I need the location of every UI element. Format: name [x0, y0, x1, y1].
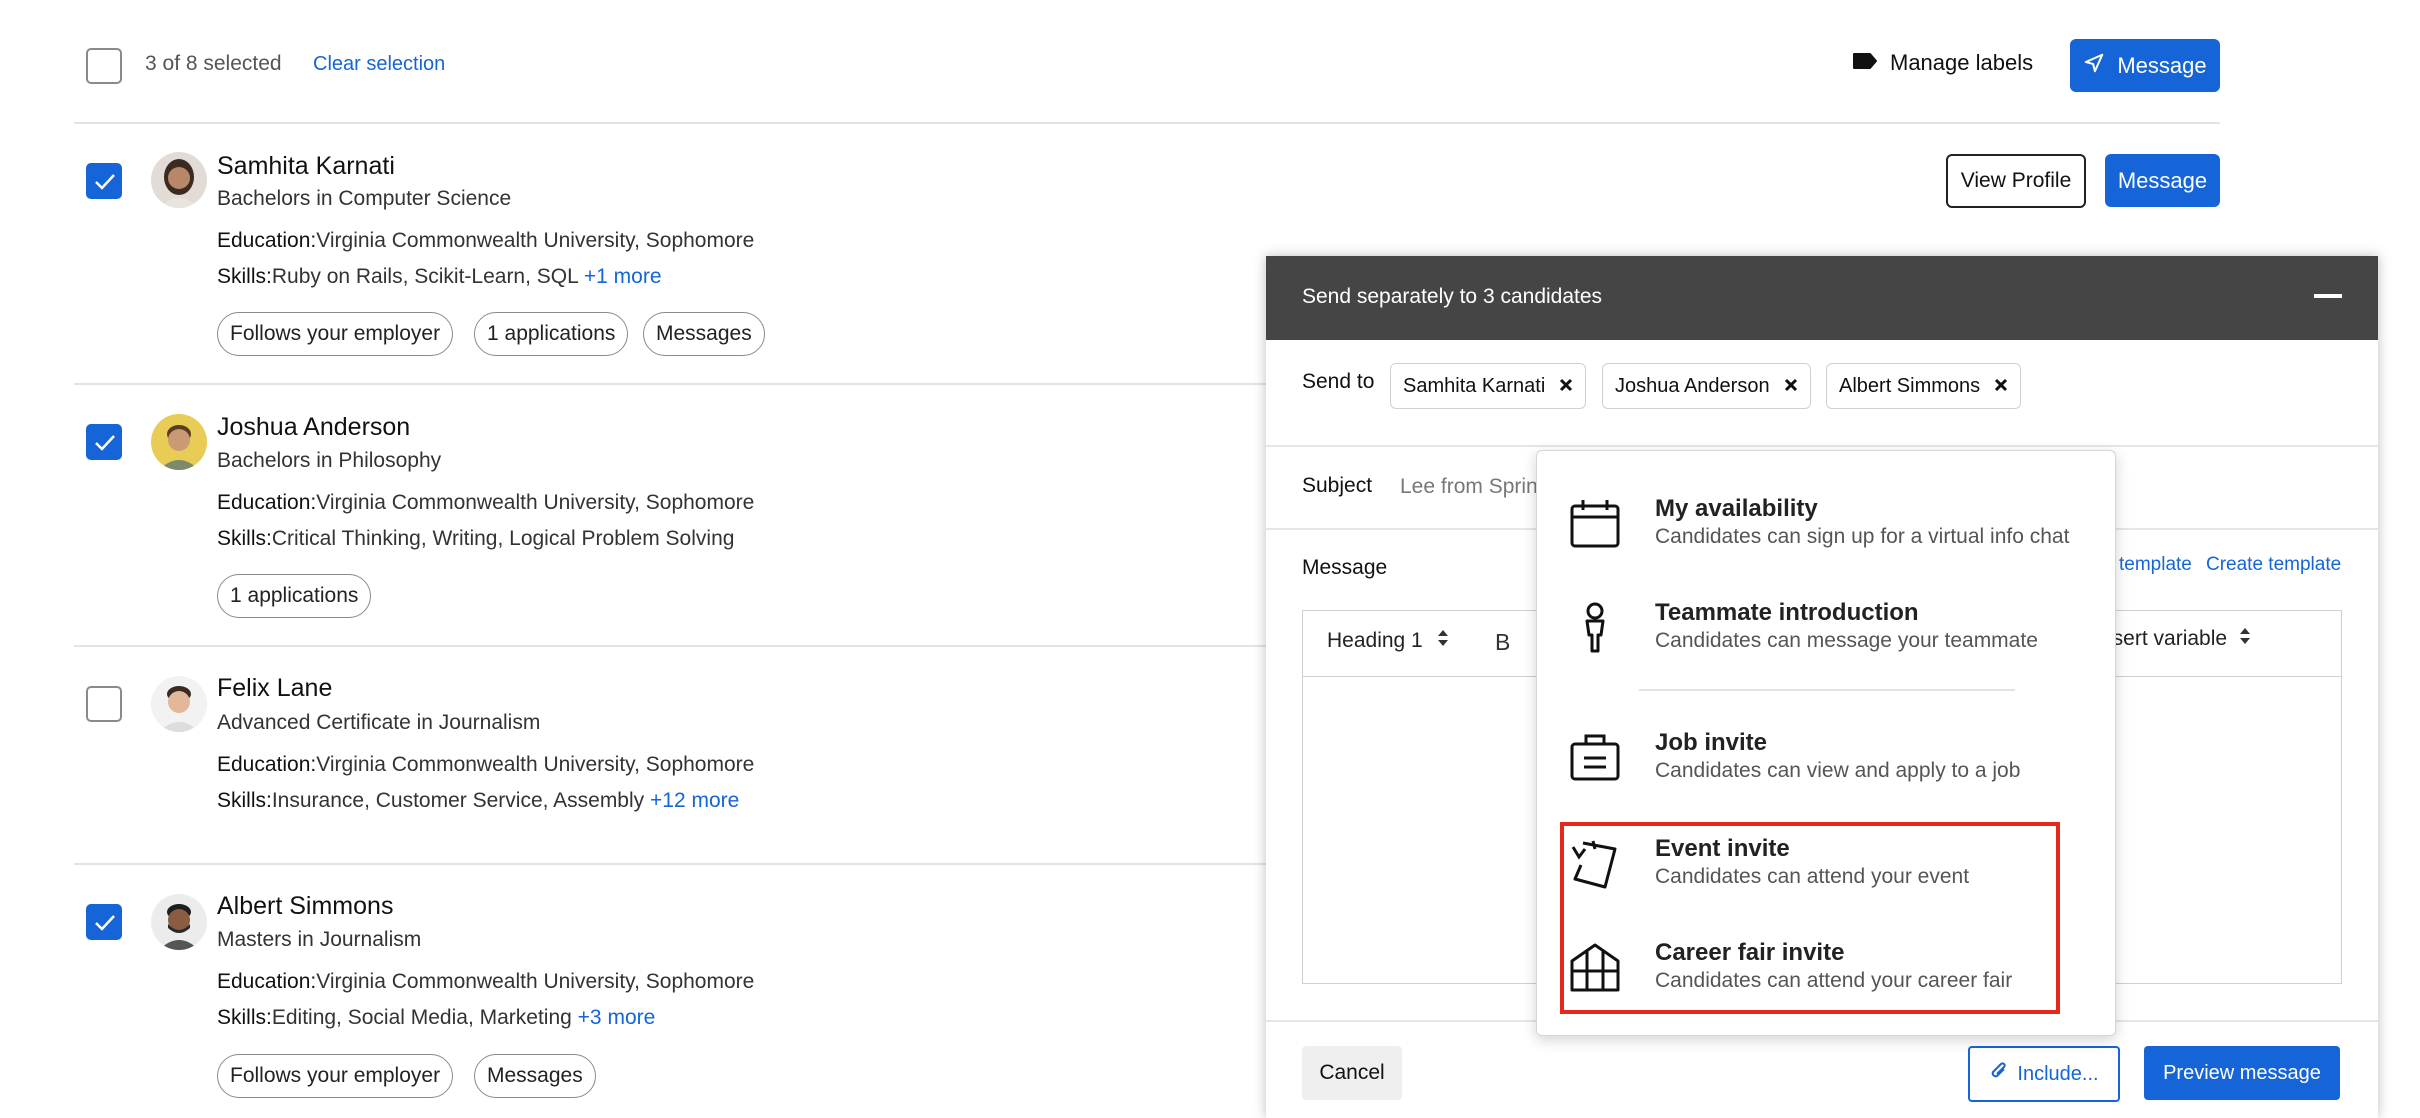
- manage-labels-label: Manage labels: [1890, 50, 2034, 75]
- person-icon: [1569, 601, 1621, 653]
- menu-item-title: Teammate introduction: [1655, 599, 1919, 626]
- recipient-chip: Joshua Anderson: [1602, 363, 1811, 409]
- chip-follows-employer: Follows your employer: [217, 312, 454, 356]
- highlight-box: [1560, 822, 2060, 1014]
- recipient-name: Samhita Karnati: [1403, 374, 1546, 397]
- select-all-checkbox[interactable]: [86, 48, 122, 84]
- calendar-icon: [1569, 497, 1621, 549]
- chip-follows-employer: Follows your employer: [217, 1054, 454, 1098]
- remove-recipient-icon[interactable]: [1559, 375, 1573, 398]
- skills-more-link[interactable]: +3 more: [578, 1006, 656, 1029]
- menu-item-title: My availability: [1655, 495, 1818, 522]
- sort-arrows-icon: [1437, 629, 1449, 653]
- create-template-link[interactable]: Create template: [2206, 554, 2341, 576]
- avatar: [151, 894, 207, 950]
- avatar: [151, 152, 207, 208]
- candidate-education: Education:Virginia Commonwealth Universi…: [217, 229, 755, 252]
- send-icon: [2083, 52, 2105, 80]
- recipient-name: Joshua Anderson: [1615, 374, 1770, 397]
- include-button[interactable]: Include...: [1968, 1046, 2120, 1102]
- candidate-skills: Skills:Editing, Social Media, Marketing …: [217, 1006, 656, 1029]
- candidate-skills: Skills:Critical Thinking, Writing, Logic…: [217, 527, 735, 550]
- briefcase-icon: [1569, 731, 1621, 783]
- candidate-checkbox[interactable]: [86, 904, 122, 940]
- candidate-message-button[interactable]: Message: [2105, 154, 2220, 207]
- label-tag-icon: [1852, 50, 1878, 76]
- candidate-name[interactable]: Samhita Karnati: [217, 152, 395, 181]
- menu-item-title: Job invite: [1655, 729, 1768, 756]
- view-profile-button[interactable]: View Profile: [1946, 154, 2086, 208]
- cancel-button[interactable]: Cancel: [1302, 1046, 1402, 1100]
- skills-more-link[interactable]: +1 more: [584, 265, 662, 288]
- candidate-name[interactable]: Albert Simmons: [217, 892, 393, 921]
- menu-item-job-invite[interactable]: Job invite Candidates can view and apply…: [1537, 711, 2115, 801]
- candidate-name[interactable]: Felix Lane: [217, 674, 332, 703]
- sort-arrows-icon: [2239, 627, 2251, 651]
- remove-recipient-icon[interactable]: [1784, 375, 1798, 398]
- recipient-name: Albert Simmons: [1839, 374, 1981, 397]
- menu-separator: [1639, 689, 2015, 691]
- divider: [1266, 445, 2378, 447]
- menu-item-my-availability[interactable]: My availability Candidates can sign up f…: [1537, 477, 2115, 567]
- candidate-degree: Advanced Certificate in Journalism: [217, 711, 541, 734]
- remove-recipient-icon[interactable]: [1994, 375, 2008, 398]
- menu-item-teammate-introduction[interactable]: Teammate introduction Candidates can mes…: [1537, 581, 2115, 671]
- heading-select[interactable]: Heading 1: [1327, 629, 1449, 653]
- menu-item-desc: Candidates can view and apply to a job: [1655, 759, 2021, 782]
- minimize-icon[interactable]: [2314, 294, 2342, 298]
- compose-header: Send separately to 3 candidates: [1266, 256, 2378, 340]
- selection-count: 3 of 8 selected: [145, 52, 282, 75]
- compose-title: Send separately to 3 candidates: [1302, 285, 1603, 308]
- divider: [74, 122, 2220, 124]
- use-template-link[interactable]: template: [2119, 554, 2192, 576]
- paperclip-icon: [1989, 1060, 2009, 1088]
- candidate-education: Education:Virginia Commonwealth Universi…: [217, 970, 755, 993]
- insert-variable-label: nsert variable: [2101, 627, 2228, 650]
- subject-label: Subject: [1302, 474, 1373, 497]
- candidate-checkbox[interactable]: [86, 163, 122, 199]
- manage-labels-button[interactable]: Manage labels: [1852, 50, 2033, 76]
- candidate-checkbox[interactable]: [86, 686, 122, 722]
- candidate-name[interactable]: Joshua Anderson: [217, 413, 410, 442]
- chip-applications: 1 applications: [474, 312, 629, 356]
- chip-applications: 1 applications: [217, 574, 372, 618]
- recipient-chip: Samhita Karnati: [1390, 363, 1587, 409]
- candidate-education: Education:Virginia Commonwealth Universi…: [217, 491, 755, 514]
- candidate-checkbox[interactable]: [86, 424, 122, 460]
- candidate-degree: Masters in Journalism: [217, 928, 422, 951]
- bulk-message-button[interactable]: Message: [2070, 39, 2220, 92]
- heading-select-value: Heading 1: [1327, 629, 1423, 652]
- message-label: Message: [1302, 556, 1388, 579]
- chip-messages: Messages: [474, 1054, 596, 1098]
- insert-variable-select[interactable]: nsert variable: [2101, 627, 2251, 651]
- recipient-chip: Albert Simmons: [1826, 363, 2022, 409]
- candidate-skills: Skills:Insurance, Customer Service, Asse…: [217, 789, 740, 812]
- candidate-degree: Bachelors in Philosophy: [217, 449, 442, 472]
- candidate-education: Education:Virginia Commonwealth Universi…: [217, 753, 755, 776]
- include-label: Include...: [2017, 1062, 2099, 1085]
- avatar: [151, 414, 207, 470]
- send-to-label: Send to: [1302, 370, 1375, 393]
- menu-item-desc: Candidates can message your teammate: [1655, 629, 2038, 652]
- preview-message-button[interactable]: Preview message: [2144, 1046, 2340, 1100]
- chip-messages: Messages: [643, 312, 765, 356]
- bulk-message-label: Message: [2117, 52, 2207, 78]
- clear-selection-link[interactable]: Clear selection: [313, 53, 445, 76]
- candidate-skills: Skills:Ruby on Rails, Scikit-Learn, SQL …: [217, 265, 662, 288]
- avatar: [151, 676, 207, 732]
- candidate-degree: Bachelors in Computer Science: [217, 187, 512, 210]
- skills-more-link[interactable]: +12 more: [650, 789, 739, 812]
- subject-input[interactable]: Lee from Sprin: [1400, 475, 1538, 499]
- menu-item-desc: Candidates can sign up for a virtual inf…: [1655, 525, 2070, 548]
- bold-button[interactable]: B: [1495, 629, 1510, 656]
